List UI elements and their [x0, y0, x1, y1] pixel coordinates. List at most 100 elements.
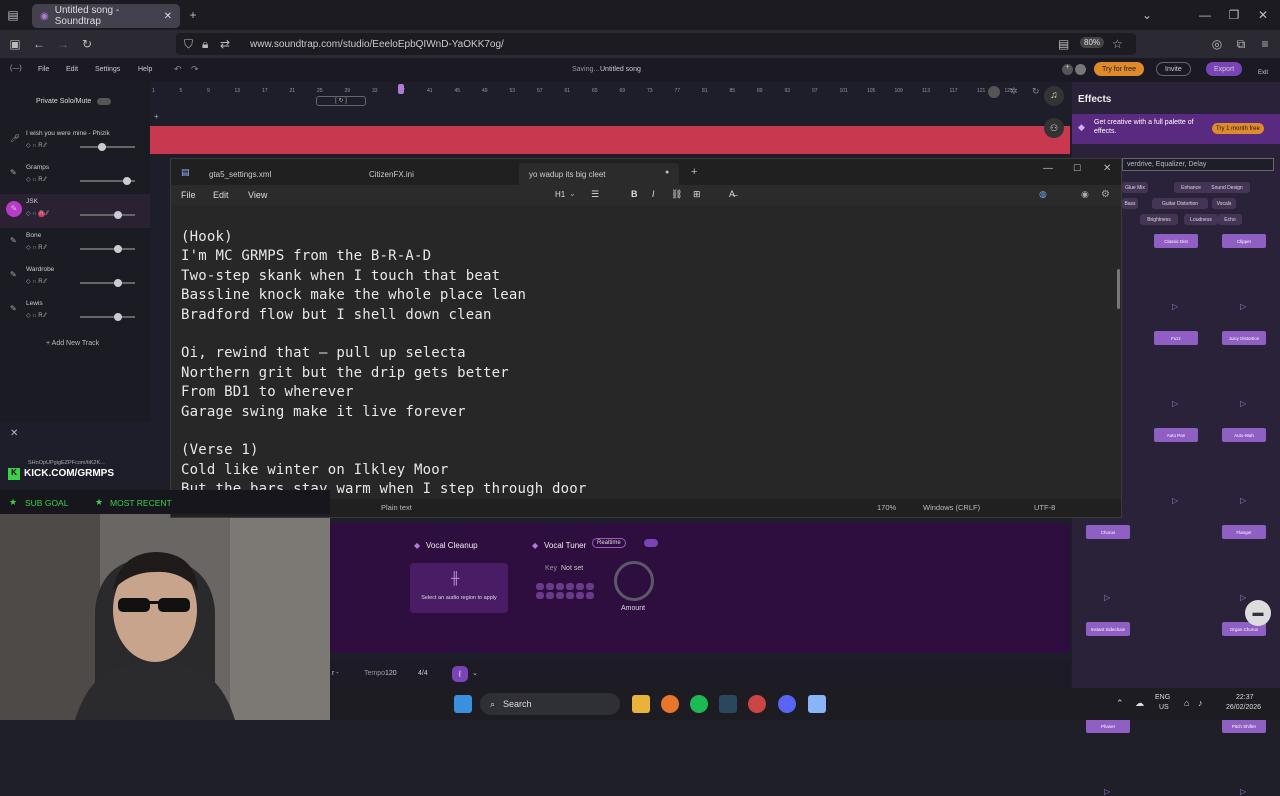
volume-knob[interactable] — [98, 143, 106, 151]
track-name[interactable]: Gramps — [26, 164, 49, 171]
text-line[interactable]: Northern grit but the drip gets better — [181, 365, 509, 381]
volume-slider[interactable] — [80, 245, 135, 253]
amount-knob[interactable] — [614, 561, 654, 601]
effect-chip[interactable]: Guitar Distortion — [1152, 198, 1208, 209]
effect-card[interactable]: Chorus — [1086, 525, 1130, 539]
unsaved-dot-icon[interactable]: ● — [665, 169, 669, 176]
network-icon[interactable]: ⌂ — [1184, 698, 1189, 708]
redo-icon[interactable]: ↷ — [191, 64, 199, 75]
extensions-icon[interactable]: ⧉ — [1234, 37, 1248, 51]
link-icon[interactable]: ⛓ — [671, 189, 682, 200]
volume-slider[interactable] — [80, 143, 135, 151]
close-window-icon[interactable]: ✕ — [1256, 8, 1270, 22]
effect-chip[interactable]: Glue Mix — [1122, 182, 1148, 193]
play-icon[interactable]: ▷ — [1172, 399, 1178, 408]
url-bar[interactable]: ⛉ 🔒︎ ⇄ www.soundtrap.com/studio/EeeloEpb… — [176, 33, 1136, 55]
volume-knob[interactable] — [114, 211, 122, 219]
metronome-icon[interactable] — [988, 86, 1000, 98]
effect-chip[interactable]: Vocals — [1212, 198, 1236, 209]
notepad-tab[interactable]: CitizenFX.ini — [359, 163, 519, 185]
undo-icon[interactable]: ↶ — [174, 64, 182, 75]
play-icon[interactable]: ▷ — [1104, 593, 1110, 602]
lock-icon[interactable]: 🔒︎ — [202, 37, 208, 52]
try-month-button[interactable]: Try 1 month free — [1212, 123, 1264, 134]
clock-time[interactable]: 22:37 — [1236, 694, 1254, 701]
track-name[interactable]: JSK — [26, 198, 38, 205]
reload-icon[interactable]: ↻ — [80, 37, 94, 51]
volume-knob[interactable] — [123, 177, 131, 185]
effect-card[interactable]: Auto Pan — [1154, 428, 1198, 442]
effect-card[interactable]: Instant Sidechain — [1086, 622, 1130, 636]
encoding-status[interactable]: UTF-8 — [1034, 503, 1055, 512]
effect-chip[interactable]: Enhance — [1174, 182, 1208, 193]
menu-file[interactable]: File — [181, 190, 196, 200]
table-icon[interactable]: ⊞ — [693, 189, 701, 200]
onedrive-icon[interactable]: ☁ — [1135, 698, 1144, 709]
effect-chip[interactable]: Echo — [1218, 214, 1242, 225]
effect-card[interactable]: Clipper — [1222, 234, 1266, 248]
timeline-ruler[interactable]: 1591317212529333741454953576165697377818… — [150, 88, 1070, 100]
track-row[interactable]: ✎ Lewis ◇ ∩ R ⁄⁄ — [0, 296, 150, 330]
menu-icon[interactable]: ≡ — [1258, 37, 1272, 51]
permissions-icon[interactable]: ⇄ — [220, 37, 230, 51]
realtime-dropdown[interactable]: Realtime — [592, 538, 626, 548]
track-row[interactable]: ✎ Bone ◇ ∩ R ⁄⁄ — [0, 228, 150, 262]
add-icon[interactable]: + — [154, 112, 159, 121]
track-row[interactable]: 🎤︎ I wish you were mine - Phizik ◇ ∩ R ⁄… — [0, 126, 150, 160]
effect-card[interactable]: Fuzz — [1154, 331, 1198, 345]
track-controls[interactable]: ◇ ∩ R ⁄⁄ — [26, 244, 46, 251]
settings-icon[interactable]: ✲ — [1010, 86, 1018, 97]
text-line[interactable]: Garage swing make it live forever — [181, 404, 466, 420]
notepad-text-area[interactable]: (Hook) I'm MC GRMPS from the B-R-A-D Two-s… — [171, 205, 1121, 499]
menu-edit[interactable]: Edit — [213, 190, 229, 200]
vocal-cleanup-card[interactable]: ╫ Select an audio region to apply — [410, 563, 508, 613]
playhead[interactable] — [398, 84, 404, 94]
track-name[interactable]: I wish you were mine - Phizik — [26, 130, 110, 137]
effect-card[interactable]: Classic Dist — [1154, 234, 1198, 248]
settings-icon[interactable]: ⚙ — [1101, 189, 1110, 200]
soundtrap-logo-icon[interactable]: (—) — [10, 65, 22, 72]
tuner-icon[interactable]: ℓ — [452, 666, 468, 682]
track-controls[interactable]: ◇ ∩ R ⁄⁄ — [26, 210, 48, 217]
key-dots[interactable] — [536, 583, 596, 603]
taskbar-search[interactable]: ⌕ Search — [480, 693, 620, 715]
play-icon[interactable]: ▷ — [1104, 787, 1110, 796]
maximize-icon[interactable]: ❐ — [1227, 8, 1241, 22]
track-row[interactable]: ✎ JSK ◇ ∩ R ⁄⁄ — [0, 194, 150, 228]
forward-icon[interactable]: → — [56, 37, 70, 51]
loop-controls[interactable]: [ ↻ ] — [316, 96, 366, 106]
song-title[interactable]: Untitled song — [600, 66, 641, 73]
discord-icon[interactable] — [778, 695, 796, 713]
text-line[interactable]: Two-step skank when I touch that beat — [181, 268, 500, 284]
add-collaborator-icon[interactable]: + — [1062, 64, 1073, 75]
vocal-tuner-toggle[interactable] — [644, 539, 658, 547]
effect-card[interactable]: Auto-Wah — [1222, 428, 1266, 442]
language-label[interactable]: ENG — [1155, 694, 1170, 701]
menu-edit[interactable]: Edit — [66, 66, 78, 73]
export-button[interactable]: Export — [1206, 62, 1243, 76]
effect-card[interactable]: Pitch Shifter — [1222, 719, 1266, 733]
text-line[interactable]: Bassline knock make the whole place lean — [181, 287, 526, 303]
effect-chip[interactable]: Brightness — [1140, 214, 1178, 225]
audio-region[interactable] — [150, 126, 1070, 154]
account-icon[interactable]: ◉ — [1081, 189, 1089, 200]
scrollbar-thumb[interactable] — [1117, 269, 1120, 309]
track-row[interactable]: ✎ Wardrobe ◇ ∩ R ⁄⁄ — [0, 262, 150, 296]
effect-card[interactable]: Flanger — [1222, 525, 1266, 539]
bold-icon[interactable]: B — [631, 189, 638, 199]
menu-help[interactable]: Help — [138, 66, 152, 73]
zoom-badge[interactable]: 80% — [1080, 37, 1105, 48]
maximize-icon[interactable]: ☐ — [1073, 163, 1081, 174]
track-name[interactable]: Lewis — [26, 300, 43, 307]
effect-card[interactable]: Phaser — [1086, 719, 1130, 733]
obs-icon[interactable] — [748, 695, 766, 713]
text-line[interactable]: Oi, rewind that — pull up selecta — [181, 345, 466, 361]
zoom-status[interactable]: 170% — [877, 503, 896, 512]
play-icon[interactable]: ▷ — [1172, 496, 1178, 505]
heading-dropdown[interactable]: H1 — [555, 190, 565, 199]
browser-tab[interactable]: ◉ Untitled song - Soundtrap ✕ — [32, 4, 180, 28]
firefox-icon[interactable] — [661, 695, 679, 713]
play-icon[interactable]: ▷ — [1240, 302, 1246, 311]
track-controls[interactable]: ◇ ∩ R ⁄⁄ — [26, 176, 46, 183]
close-icon[interactable]: ✕ — [10, 428, 18, 439]
